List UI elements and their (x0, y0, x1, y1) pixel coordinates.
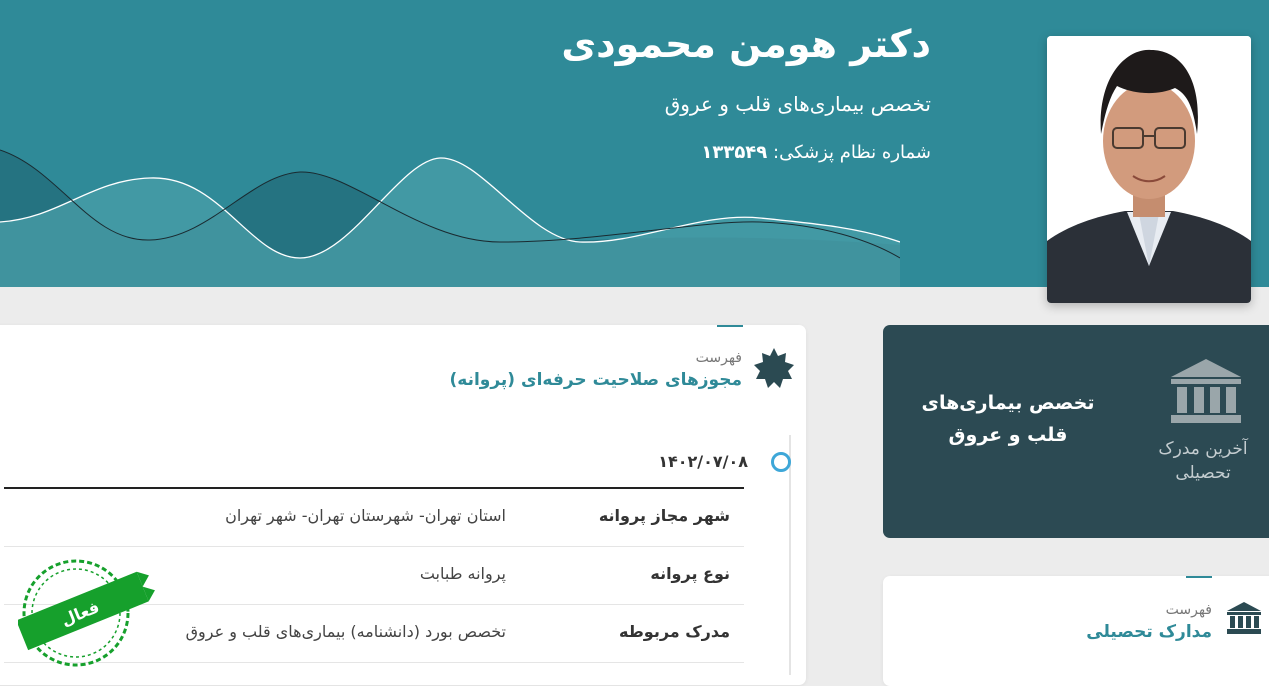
latest-degree-label: آخرین مدرک تحصیلی (1158, 439, 1248, 483)
license-date: ۱۴۰۲/۰۷/۰۸ (658, 452, 748, 471)
education-title: مدارک تحصیلی (1086, 622, 1212, 642)
medical-number-value: ۱۳۳۵۴۹ (701, 142, 768, 163)
timeline-dot (771, 452, 791, 472)
licenses-title: مجوزهای صلاحیت حرفه‌ای (پروانه) (449, 370, 742, 390)
row-label: مدرک مربوطه (619, 622, 730, 641)
table-row: شهر مجاز پروانه استان تهران- شهرستان تهر… (4, 489, 744, 547)
bank-icon (1171, 359, 1241, 423)
doctor-name: دکتر هومن محمودی (561, 22, 931, 66)
doctor-photo (1047, 36, 1251, 303)
row-value: استان تهران- شهرستان تهران- شهر تهران (225, 506, 506, 525)
row-label: شهر مجاز پروانه (598, 506, 730, 525)
active-status-stamp: فعال (18, 559, 155, 667)
latest-degree-title: تخصص بیماری‌های قلب و عروق (921, 392, 1095, 446)
education-kicker: فهرست (1165, 602, 1212, 618)
card-accent-bar (1186, 576, 1212, 578)
latest-degree-card[interactable]: آخرین مدرک تحصیلی تخصص بیماری‌های قلب و … (883, 325, 1269, 538)
badge-icon (754, 348, 794, 388)
row-value: تخصص بورد (دانشنامه) بیماری‌های قلب و عر… (185, 622, 506, 641)
medical-number-label: شماره نظام پزشکی: (773, 142, 931, 163)
card-accent-bar (717, 325, 743, 327)
medical-number: شماره نظام پزشکی: ۱۳۳۵۴۹ (701, 142, 931, 163)
timeline-line (789, 435, 791, 675)
row-value: پروانه طبابت (419, 564, 506, 583)
bank-small-icon (1227, 602, 1261, 634)
row-label: نوع پروانه (650, 564, 730, 583)
licenses-kicker: فهرست (695, 350, 742, 366)
doctor-specialty: تخصص بیماری‌های قلب و عروق (664, 92, 931, 116)
